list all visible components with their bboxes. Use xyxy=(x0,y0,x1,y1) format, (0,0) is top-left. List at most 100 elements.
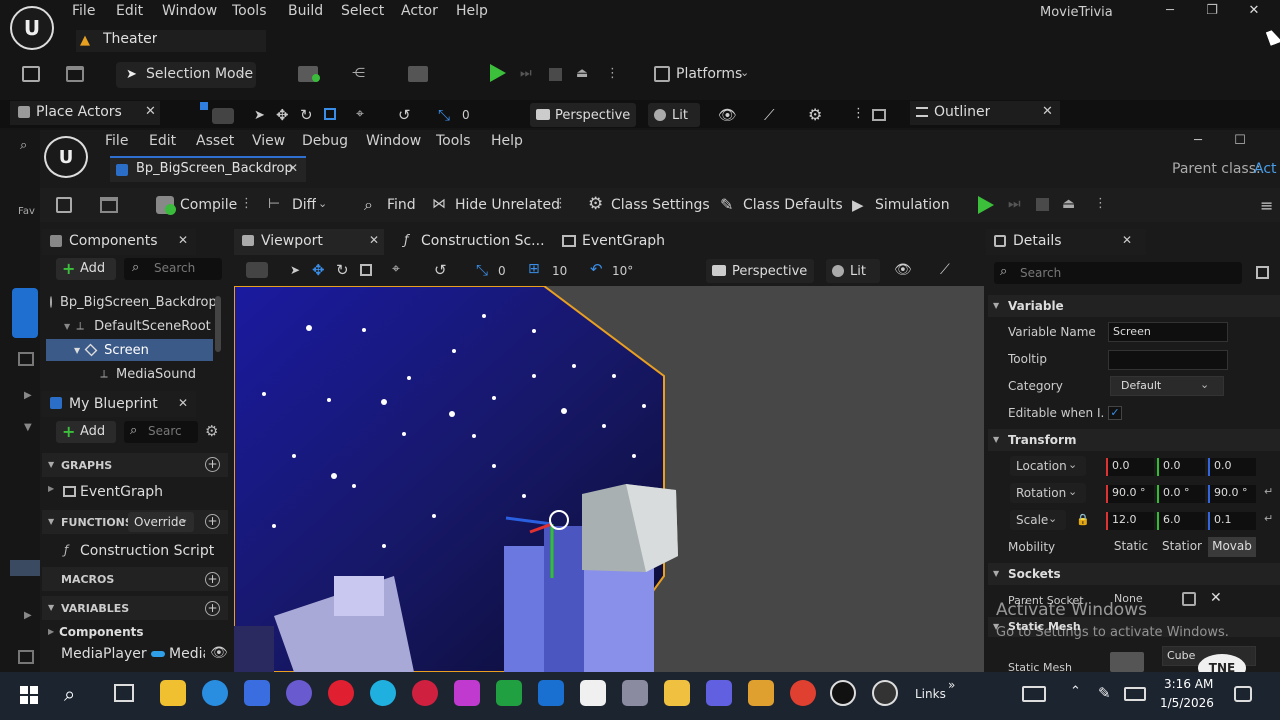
rotation-x[interactable]: 90.0 ° xyxy=(1106,485,1154,503)
vp-snap-grid-icon[interactable]: ⊞ xyxy=(528,261,540,277)
vp-world-local-icon[interactable]: ↺ xyxy=(434,261,447,279)
taskbar-pen-icon[interactable] xyxy=(622,680,648,706)
add-variable-icon[interactable]: + xyxy=(205,601,220,616)
location-y[interactable]: 0.0 xyxy=(1157,458,1205,476)
taskbar-date[interactable]: 1/5/2026 xyxy=(1160,696,1214,710)
vp-rot-value[interactable]: 10° xyxy=(612,264,633,278)
play-icon[interactable] xyxy=(490,64,506,82)
rotation-z[interactable]: 90.0 ° xyxy=(1208,485,1256,503)
vp-grid-value[interactable]: 0 xyxy=(498,264,506,278)
components-scrollbar[interactable] xyxy=(215,296,221,352)
variable-visibility-eye-icon[interactable]: 👁 xyxy=(210,645,228,661)
vp-select-icon[interactable]: ➤ xyxy=(290,263,300,277)
taskbar-opera-icon[interactable] xyxy=(328,680,354,706)
vp-surface-snap-icon[interactable]: ⌖ xyxy=(392,261,400,277)
minimize-icon[interactable]: ─ xyxy=(1162,3,1178,19)
taskbar-app3-icon[interactable] xyxy=(244,680,270,706)
construction-script-item[interactable]: Construction Script xyxy=(80,543,214,559)
menu-help[interactable]: Help xyxy=(456,3,488,21)
viewport-more-icon[interactable]: ⋮ xyxy=(852,106,865,121)
layout-icon[interactable] xyxy=(872,109,886,121)
location-z[interactable]: 0.0 xyxy=(1208,458,1256,476)
task-view-icon[interactable] xyxy=(114,684,134,702)
surface-snap-icon[interactable]: ⌖ xyxy=(356,106,364,122)
bp-menu-debug[interactable]: Debug xyxy=(302,133,348,149)
bp-advance-icon[interactable]: ⏭ xyxy=(1008,196,1021,212)
taskbar-news-icon[interactable] xyxy=(1022,686,1046,702)
viewport-options-icon[interactable] xyxy=(212,108,234,124)
vp-realtime-icon[interactable]: ⟋ xyxy=(940,262,950,278)
vp-grid-snap-icon[interactable]: ⤡ xyxy=(476,261,488,279)
grid-snap-icon[interactable]: ⤡ xyxy=(438,106,450,124)
restore-icon[interactable]: ❐ xyxy=(1204,3,1220,19)
compile-more-icon[interactable]: ⋮ xyxy=(240,196,253,211)
variable-mediaplayer[interactable]: MediaPlayer xyxy=(61,646,147,662)
bp-stop-icon[interactable] xyxy=(1036,198,1049,211)
scale-tool-icon[interactable] xyxy=(324,108,336,120)
vp-rotate-icon[interactable]: ↻ xyxy=(336,261,349,279)
more-options-icon[interactable]: ⋮ xyxy=(606,66,619,81)
bp-play-more-icon[interactable]: ⋮ xyxy=(1094,196,1107,211)
advance-frame-icon[interactable]: ⏭ xyxy=(520,66,536,82)
vp-scale-icon[interactable] xyxy=(360,264,372,276)
bp-eject-icon[interactable]: ⏏ xyxy=(1062,196,1075,212)
my-blueprint-close-icon[interactable]: ✕ xyxy=(178,396,188,410)
outliner-close-icon[interactable]: ✕ xyxy=(1042,104,1053,119)
add-graph-icon[interactable]: + xyxy=(205,457,220,472)
taskbar-edge-icon[interactable] xyxy=(202,680,228,706)
stop-icon[interactable] xyxy=(549,68,562,81)
scale-z[interactable]: 0.1 xyxy=(1208,512,1256,530)
bp-menu-edit[interactable]: Edit xyxy=(149,133,176,149)
parent-class-link[interactable]: Act xyxy=(1254,161,1277,177)
start-windows-icon[interactable] xyxy=(20,686,38,704)
mobility-static[interactable]: Static xyxy=(1106,537,1156,557)
variable-name-input[interactable]: Screen xyxy=(1108,322,1228,342)
taskbar-pen-tray-icon[interactable]: ✎ xyxy=(1098,684,1111,702)
vp-show-icon[interactable]: 👁 xyxy=(894,262,912,278)
close-icon[interactable]: ✕ xyxy=(1246,3,1262,19)
taskbar-notifications-icon[interactable] xyxy=(1234,686,1252,702)
bp-play-icon[interactable] xyxy=(978,196,994,214)
location-x[interactable]: 0.0 xyxy=(1106,458,1154,476)
bp-menu-window[interactable]: Window xyxy=(366,133,421,149)
scale-y[interactable]: 6.0 xyxy=(1157,512,1205,530)
components-close-icon[interactable]: ✕ xyxy=(178,233,188,247)
taskbar-chrome-icon[interactable] xyxy=(790,680,816,706)
hide-unrelated-more-icon[interactable]: ⋮ xyxy=(554,196,567,211)
rotation-y[interactable]: 0.0 ° xyxy=(1157,485,1205,503)
taskbar-excel-icon[interactable] xyxy=(496,680,522,706)
taskbar-app6-icon[interactable] xyxy=(370,680,396,706)
menu-build[interactable]: Build xyxy=(288,3,323,21)
content-browser-icon[interactable] xyxy=(66,66,84,82)
find-button[interactable]: Find xyxy=(387,197,416,213)
blueprint-unreal-logo-icon[interactable]: U xyxy=(44,136,88,178)
bp-browse-icon[interactable] xyxy=(100,197,118,213)
taskbar-app14-icon[interactable] xyxy=(706,680,732,706)
menu-window[interactable]: Window xyxy=(162,3,217,21)
taskbar-recorder-icon[interactable] xyxy=(872,680,898,706)
viewport-realtime-icon[interactable]: ⟋ xyxy=(764,106,775,124)
blueprint-menu-icon[interactable]: ⋲ xyxy=(352,66,378,82)
components-group[interactable]: Components xyxy=(59,625,144,639)
construction-script-tab[interactable]: Construction Sc... xyxy=(421,233,545,249)
place-actors-close-icon[interactable]: ✕ xyxy=(145,104,156,119)
bp-menu-help[interactable]: Help xyxy=(491,133,523,149)
eventgraph-item[interactable]: EventGraph xyxy=(80,484,163,500)
static-mesh-thumbnail[interactable] xyxy=(1110,652,1144,672)
parent-socket-clear-icon[interactable]: ✕ xyxy=(1210,590,1222,606)
taskbar-notion-icon[interactable] xyxy=(580,680,606,706)
details-close-icon[interactable]: ✕ xyxy=(1122,233,1132,247)
taskbar-opera-gx-icon[interactable] xyxy=(412,680,438,706)
simulation-button[interactable]: Simulation xyxy=(875,197,950,213)
select-tool-icon[interactable]: ➤ xyxy=(254,108,265,123)
viewport-tab-close-icon[interactable]: ✕ xyxy=(369,233,379,247)
taskbar-time[interactable]: 3:16 AM xyxy=(1164,677,1213,691)
menu-select[interactable]: Select xyxy=(341,3,384,21)
add-macro-icon[interactable]: + xyxy=(205,572,220,587)
taskbar-links[interactable]: Links xyxy=(915,687,946,701)
bp-menu-file[interactable]: File xyxy=(105,133,128,149)
parent-socket-browse-icon[interactable] xyxy=(1182,592,1196,606)
translate-tool-icon[interactable]: ✥ xyxy=(276,106,289,124)
taskbar-m365-icon[interactable] xyxy=(454,680,480,706)
taskbar-keyboard-icon[interactable] xyxy=(1124,687,1146,701)
